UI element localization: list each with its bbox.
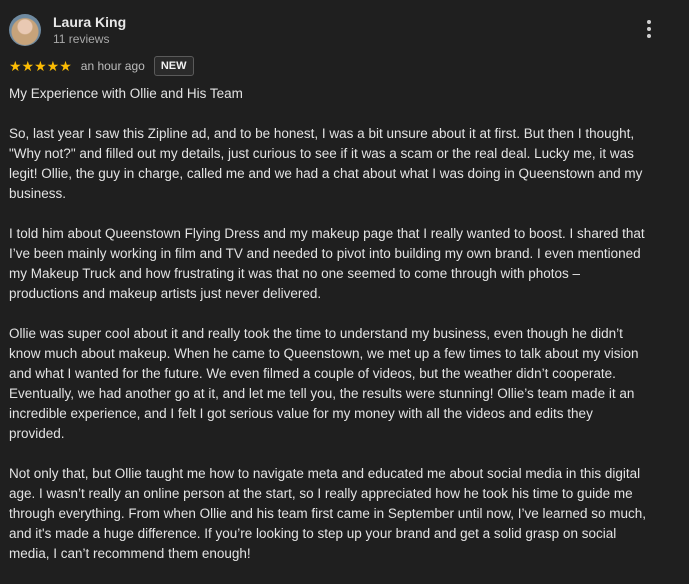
star-rating: ★★★★★ bbox=[9, 58, 72, 74]
rating-row: ★★★★★ an hour ago NEW bbox=[9, 55, 194, 77]
more-vert-icon[interactable] bbox=[641, 20, 657, 40]
new-badge: NEW bbox=[153, 56, 194, 76]
review-card: Laura King 11 reviews ★★★★★ an hour ago … bbox=[0, 0, 689, 576]
review-paragraph: I told him about Queenstown Flying Dress… bbox=[9, 226, 645, 301]
author-review-count[interactable]: 11 reviews bbox=[53, 32, 109, 46]
avatar[interactable] bbox=[9, 14, 41, 46]
review-body: My Experience with Ollie and His Team So… bbox=[9, 84, 649, 584]
review-time: an hour ago bbox=[80, 59, 145, 73]
review-paragraph: So, last year I saw this Zipline ad, and… bbox=[9, 126, 643, 201]
review-paragraph: Ollie was super cool about it and really… bbox=[9, 326, 639, 441]
review-paragraph: My Experience with Ollie and His Team bbox=[9, 86, 243, 101]
review-paragraph: Not only that, but Ollie taught me how t… bbox=[9, 466, 647, 561]
author-name[interactable]: Laura King bbox=[53, 14, 126, 30]
review-header: Laura King 11 reviews bbox=[9, 12, 669, 48]
